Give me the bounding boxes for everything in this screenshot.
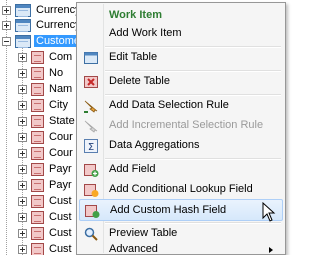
tree-node-field[interactable]: State xyxy=(18,113,77,129)
submenu-arrow-icon xyxy=(269,247,273,253)
mouse-cursor-icon xyxy=(262,202,276,222)
expand-icon[interactable] xyxy=(2,5,11,15)
menu-item-label: Preview Table xyxy=(109,227,178,239)
menu-item-label: Add Data Selection Rule xyxy=(109,99,229,111)
tree-node-table-selected[interactable]: Custome xyxy=(2,33,83,49)
tree-node-field[interactable]: Cust xyxy=(18,209,74,225)
tree-node-field[interactable]: Cust xyxy=(18,225,74,241)
tree-node-table[interactable]: Currency xyxy=(2,17,83,33)
tree-node-label: Cust xyxy=(49,195,72,207)
menu-item-label: Work Item xyxy=(109,9,162,21)
menu-item-label: Add Custom Hash Field xyxy=(110,204,227,216)
expand-icon[interactable] xyxy=(18,84,27,94)
tree-node-field[interactable]: No xyxy=(18,65,65,81)
field-icon xyxy=(31,50,44,64)
collapse-icon[interactable] xyxy=(2,36,11,46)
expand-icon[interactable] xyxy=(18,244,27,254)
add-field-icon xyxy=(84,164,99,177)
menu-item-add-incremental-selection-rule[interactable]: Add Incremental Selection Rule xyxy=(79,115,283,137)
menu-item-add-field[interactable]: Add Field xyxy=(79,159,283,181)
tree-node-label: State xyxy=(49,115,75,127)
field-icon xyxy=(31,146,44,160)
menu-item-label: Add Incremental Selection Rule xyxy=(109,119,264,131)
field-icon xyxy=(31,194,44,208)
menu-item-edit-table[interactable]: Edit Table xyxy=(79,47,283,69)
expand-icon[interactable] xyxy=(18,132,27,142)
tree-node-field[interactable]: Cust xyxy=(18,193,74,209)
tree-node-label: Custome xyxy=(34,35,83,47)
menu-item-label: Delete Table xyxy=(109,75,170,87)
tree-node-label: Cust xyxy=(49,243,72,255)
expand-icon[interactable] xyxy=(18,100,27,110)
menu-item-label: Add Field xyxy=(109,163,156,175)
tree-node-label: Payr xyxy=(49,163,72,175)
lookup-field-icon xyxy=(84,184,99,197)
tree-node-label: City xyxy=(49,99,68,111)
incremental-rule-icon xyxy=(84,120,98,133)
menu-item-label: Advanced xyxy=(109,243,158,255)
tree-node-label: Cust xyxy=(49,227,72,239)
tree-node-field[interactable]: Payr xyxy=(18,177,74,193)
tree-node-table[interactable]: Currency xyxy=(2,2,83,18)
field-icon xyxy=(31,226,44,240)
expand-icon[interactable] xyxy=(2,20,11,30)
expand-icon[interactable] xyxy=(18,148,27,158)
menu-item-advanced[interactable]: Advanced xyxy=(79,239,283,255)
expand-icon[interactable] xyxy=(18,228,27,238)
context-menu: Work Item Add Work Item Edit Table Delet… xyxy=(76,2,286,255)
tree-node-field[interactable]: Cour xyxy=(18,129,75,145)
field-icon xyxy=(31,162,44,176)
expand-icon[interactable] xyxy=(18,116,27,126)
tree-node-label: Cour xyxy=(49,147,73,159)
tree-node-label: Com xyxy=(49,51,73,63)
field-icon xyxy=(31,66,44,80)
edit-table-icon xyxy=(84,52,98,64)
menu-item-add-custom-hash-field[interactable]: Add Custom Hash Field xyxy=(79,199,283,221)
field-icon xyxy=(31,98,44,112)
menu-item-data-aggregations[interactable]: Σ Data Aggregations xyxy=(79,135,283,157)
tree-node-label: Nam xyxy=(49,83,73,95)
tree-node-field[interactable]: Cour xyxy=(18,145,75,161)
tree-node-field[interactable]: City xyxy=(18,97,70,113)
tree-node-field[interactable]: Nam xyxy=(18,81,74,97)
menu-item-add-work-item[interactable]: Add Work Item xyxy=(79,23,283,45)
tree-node-field[interactable]: Payr xyxy=(18,161,74,177)
tree-node-label: Cour xyxy=(49,131,73,143)
field-icon xyxy=(31,114,44,128)
tree-node-label: Payr xyxy=(49,179,72,191)
selection-rule-icon xyxy=(84,100,98,113)
field-icon xyxy=(31,82,44,96)
field-icon xyxy=(31,130,44,144)
tree-node-label: No xyxy=(49,67,64,79)
field-icon xyxy=(31,210,44,224)
menu-item-add-conditional-lookup-field[interactable]: Add Conditional Lookup Field xyxy=(79,179,283,201)
expand-icon[interactable] xyxy=(18,180,27,190)
delete-table-icon xyxy=(84,76,98,88)
menu-item-label: Data Aggregations xyxy=(109,139,200,151)
tree-node-label: Cust xyxy=(49,211,72,223)
svg-text:Σ: Σ xyxy=(88,142,94,153)
sigma-icon: Σ xyxy=(84,139,98,153)
table-icon xyxy=(15,18,31,32)
menu-item-add-data-selection-rule[interactable]: Add Data Selection Rule xyxy=(79,95,283,117)
table-icon xyxy=(15,34,31,48)
menu-item-label: Edit Table xyxy=(109,51,158,63)
field-icon xyxy=(31,178,44,192)
hash-field-icon xyxy=(85,205,100,218)
menu-item-delete-table[interactable]: Delete Table xyxy=(79,71,283,93)
expand-icon[interactable] xyxy=(18,52,27,62)
tree-node-field[interactable]: Cust xyxy=(18,241,74,255)
menu-item-label: Add Conditional Lookup Field xyxy=(109,183,253,195)
expand-icon[interactable] xyxy=(18,164,27,174)
menu-item-label: Add Work Item xyxy=(109,27,182,39)
expand-icon[interactable] xyxy=(18,212,27,222)
field-icon xyxy=(31,242,44,255)
table-icon xyxy=(15,3,31,17)
tree-node-field[interactable]: Com xyxy=(18,49,74,65)
expand-icon[interactable] xyxy=(18,68,27,78)
expand-icon[interactable] xyxy=(18,196,27,206)
